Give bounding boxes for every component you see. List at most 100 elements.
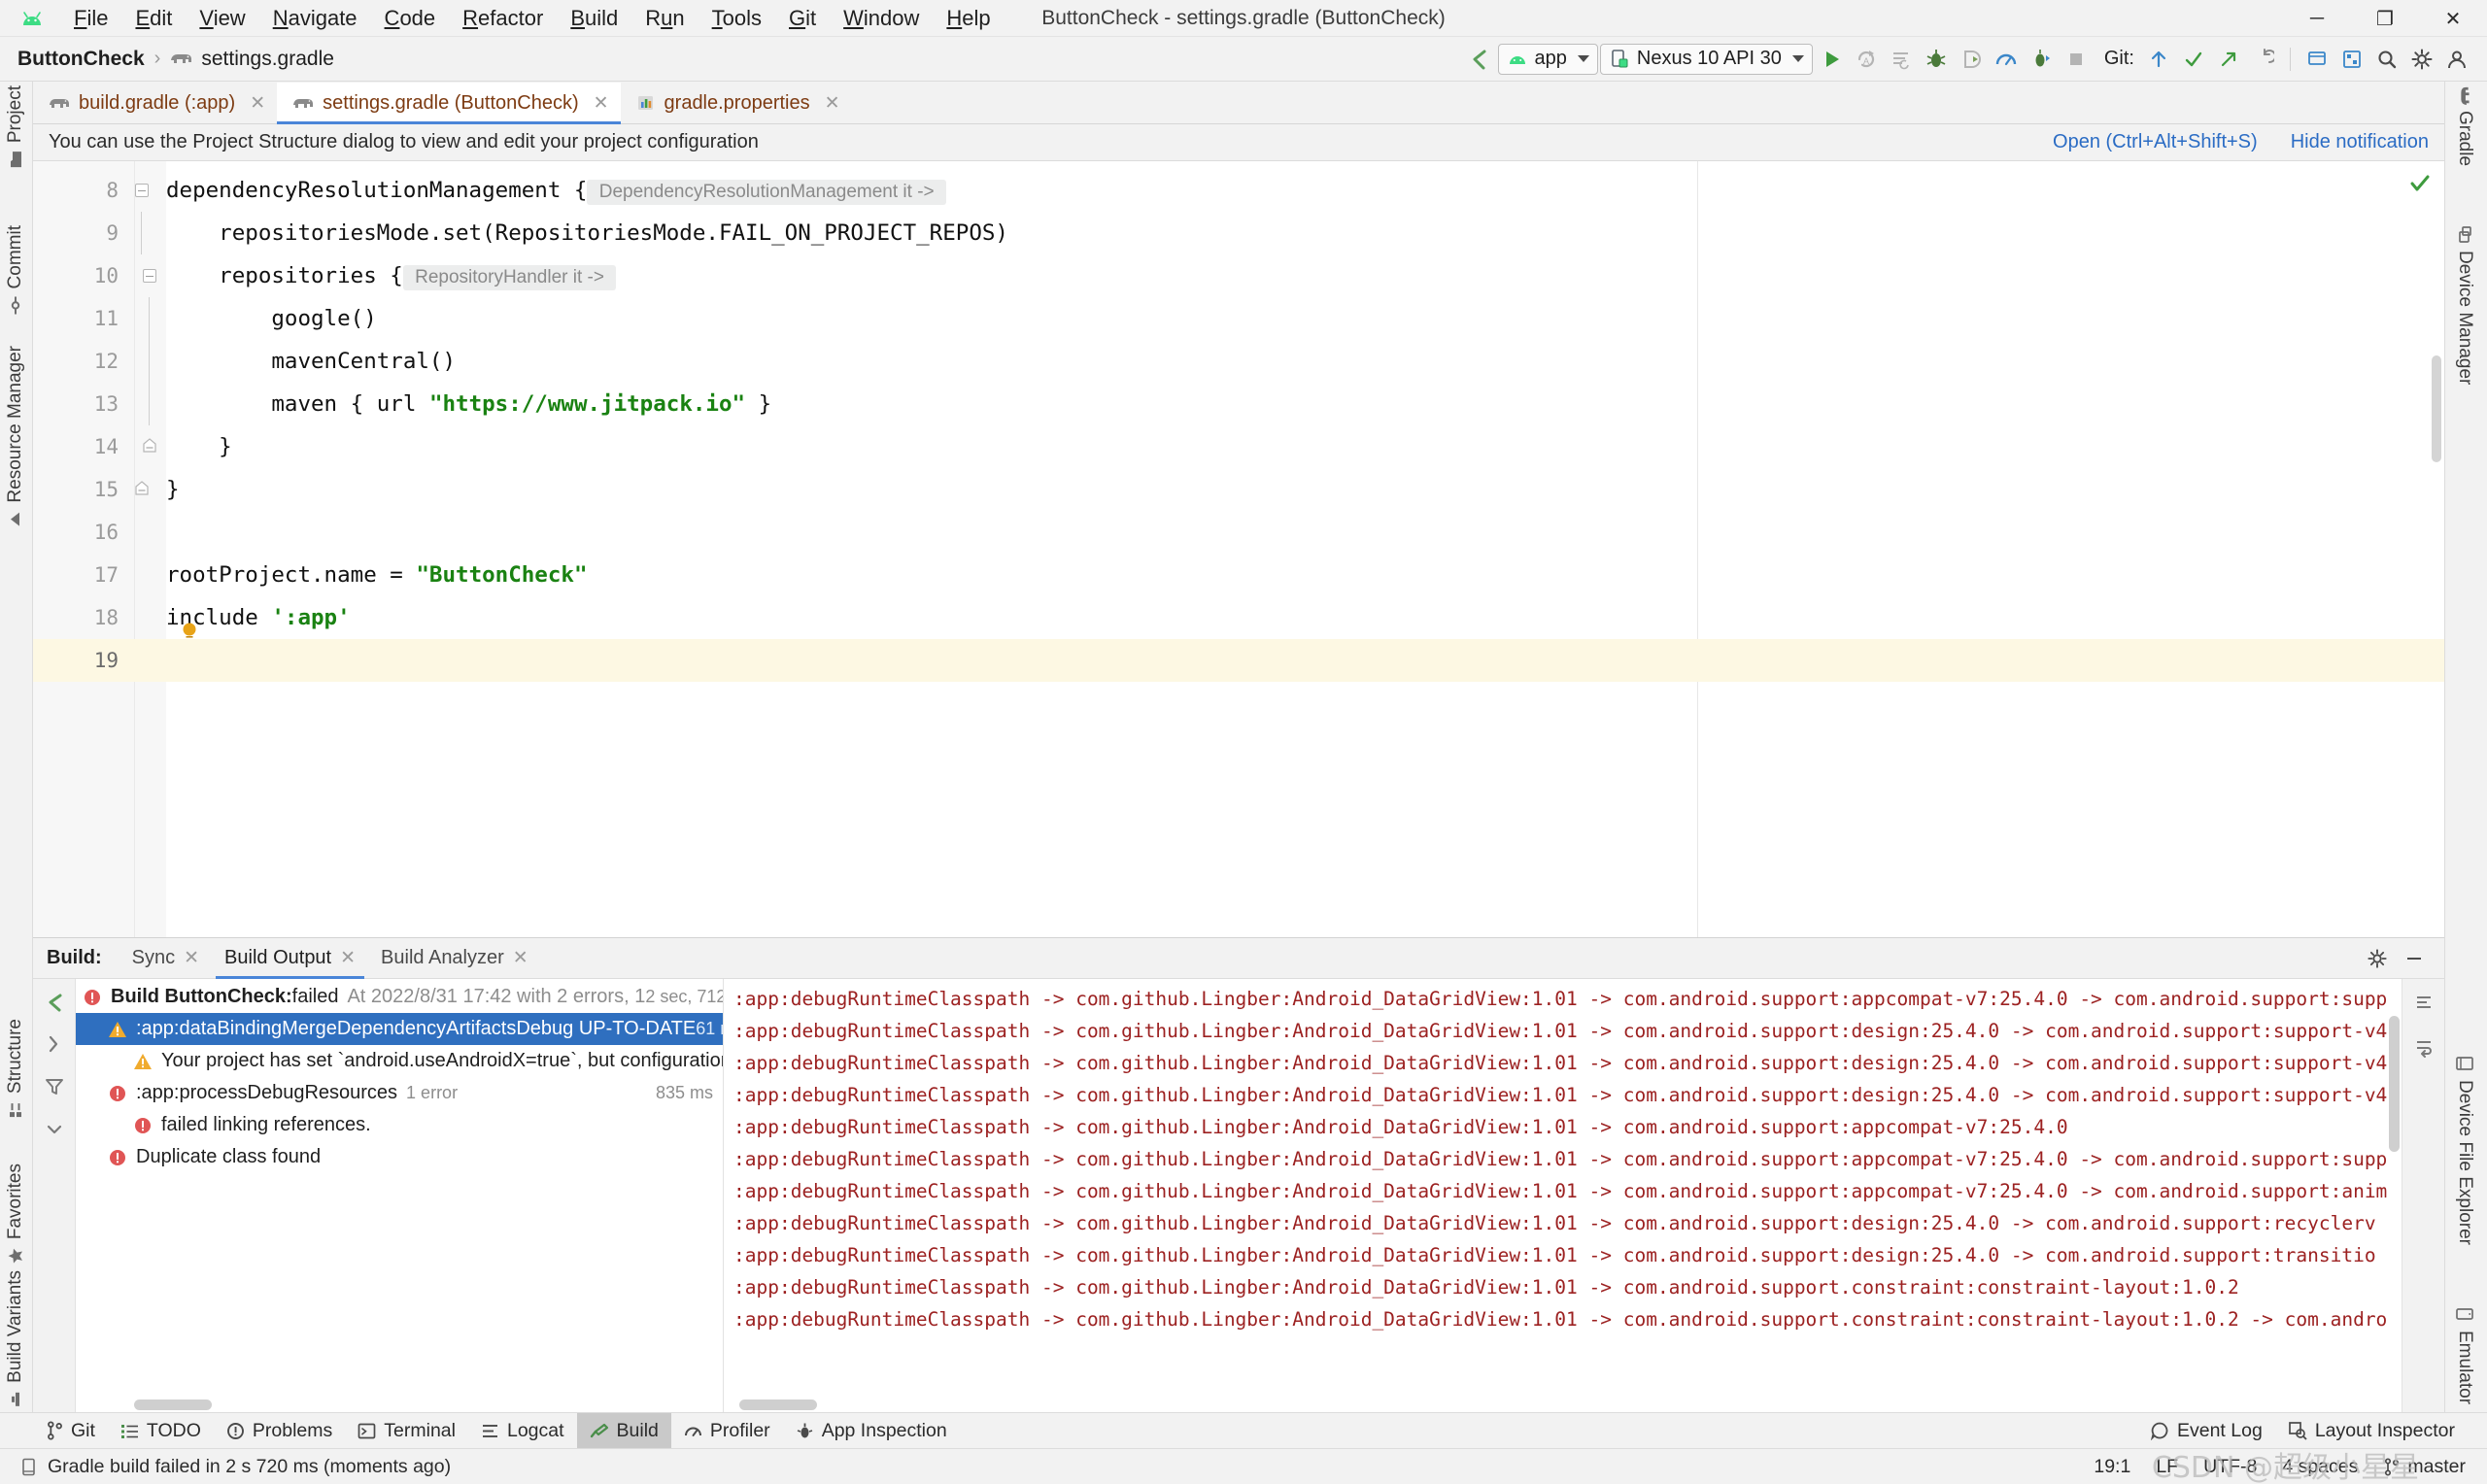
update-project-icon[interactable]: [2142, 43, 2175, 76]
expand-collapse-icon[interactable]: [40, 1115, 69, 1144]
tool-window-button-git[interactable]: Git: [33, 1413, 108, 1449]
breadcrumb-root[interactable]: ButtonCheck: [17, 48, 145, 71]
close-icon[interactable]: ✕: [594, 92, 609, 115]
editor-line[interactable]: 12 mavenCentral(): [33, 340, 2444, 383]
build-tree-node[interactable]: Duplicate class found: [76, 1141, 723, 1173]
tool-window-button-terminal[interactable]: Terminal: [345, 1413, 468, 1449]
editor-line[interactable]: 13 maven { url "https://www.jitpack.io" …: [33, 383, 2444, 425]
menu-item-code[interactable]: Code: [371, 0, 450, 37]
settings-gear-icon[interactable]: [2361, 942, 2394, 975]
editor-tab-0[interactable]: build.gradle (:app) ✕: [33, 83, 277, 123]
toggle-tasks-icon[interactable]: [40, 1029, 69, 1059]
menu-item-build[interactable]: Build: [557, 0, 631, 37]
close-icon[interactable]: ✕: [825, 92, 840, 115]
run-layout-inspector-icon[interactable]: [2025, 43, 2058, 76]
device-selector[interactable]: Nexus 10 API 30: [1599, 43, 1813, 75]
debug-icon[interactable]: [1920, 43, 1953, 76]
editor-tab-1[interactable]: settings.gradle (ButtonCheck) ✕: [277, 83, 621, 124]
tool-window-button-event-log[interactable]: Event Log: [2137, 1413, 2275, 1449]
sidebar-item-emulator[interactable]: Emulator: [2454, 1305, 2475, 1404]
commit-icon[interactable]: [2177, 43, 2210, 76]
menu-item-view[interactable]: View: [186, 0, 258, 37]
scroll-to-end-icon[interactable]: [2409, 989, 2438, 1018]
hide-notification-link[interactable]: Hide notification: [2291, 131, 2429, 153]
indent-setting[interactable]: 4 spaces: [2282, 1456, 2358, 1478]
avatar-icon[interactable]: [2440, 43, 2473, 76]
tool-window-button-app-inspection[interactable]: App Inspection: [783, 1413, 960, 1449]
tool-window-button-logcat[interactable]: Logcat: [468, 1413, 577, 1449]
tool-window-button-build[interactable]: Build: [576, 1412, 671, 1449]
build-tab-build-analyzer[interactable]: Build Analyzer ✕: [368, 938, 541, 979]
file-encoding[interactable]: UTF-8: [2203, 1456, 2257, 1478]
rollback-icon[interactable]: [2247, 43, 2280, 76]
layout-editor-icon[interactable]: [2335, 43, 2368, 76]
console-horizontal-scrollbar[interactable]: [739, 1400, 817, 1410]
minimize-icon[interactable]: [2398, 942, 2431, 975]
editor-line[interactable]: 8 dependencyResolutionManagement { Depend…: [33, 169, 2444, 212]
menu-item-git[interactable]: Git: [775, 0, 830, 37]
menu-item-run[interactable]: Run: [631, 0, 698, 37]
editor-line[interactable]: 18 include ':app': [33, 596, 2444, 641]
tool-window-button-layout-inspector[interactable]: Layout Inspector: [2275, 1413, 2468, 1449]
minimize-button[interactable]: ─: [2283, 0, 2351, 37]
build-tree-node[interactable]: :app:dataBindingMergeDependencyArtifacts…: [76, 1013, 723, 1045]
editor-line[interactable]: 19: [33, 639, 2444, 682]
sidebar-item-build-variants[interactable]: Build Variants: [5, 1270, 26, 1408]
sidebar-item-device-manager[interactable]: Device Manager: [2454, 225, 2475, 385]
open-project-structure-link[interactable]: Open (Ctrl+Alt+Shift+S): [2053, 131, 2258, 153]
sidebar-item-favorites[interactable]: Favorites: [5, 1164, 26, 1265]
filter-icon[interactable]: [40, 1072, 69, 1101]
editor-line[interactable]: 16: [33, 511, 2444, 554]
menu-item-help[interactable]: Help: [933, 0, 1004, 37]
menu-item-edit[interactable]: Edit: [121, 0, 186, 37]
menu-item-navigate[interactable]: Navigate: [259, 0, 371, 37]
editor-line[interactable]: 14 }: [33, 425, 2444, 468]
soft-wrap-icon[interactable]: [2409, 1033, 2438, 1062]
close-button[interactable]: ✕: [2419, 0, 2487, 37]
device-file-explorer-icon[interactable]: [2300, 43, 2334, 76]
push-icon[interactable]: [2212, 43, 2245, 76]
search-everywhere-icon[interactable]: [2370, 43, 2403, 76]
build-tree-node[interactable]: Build ButtonCheck: failed At 2022/8/31 17…: [76, 981, 723, 1013]
line-separator[interactable]: LF: [2156, 1456, 2178, 1478]
editor-line[interactable]: 15}: [33, 468, 2444, 511]
apply-changes-icon[interactable]: A: [1850, 43, 1883, 76]
close-icon[interactable]: ✕: [184, 947, 199, 969]
apply-code-changes-icon[interactable]: [1885, 43, 1918, 76]
git-branch-widget[interactable]: master: [2383, 1456, 2466, 1478]
editor-line[interactable]: 10 repositories { RepositoryHandler it -…: [33, 254, 2444, 297]
breadcrumb-file[interactable]: settings.gradle: [201, 48, 334, 71]
sidebar-item-structure[interactable]: Structure: [5, 1019, 26, 1119]
menu-item-file[interactable]: File: [60, 0, 121, 37]
build-tree-node[interactable]: Your project has set `android.useAndroid…: [76, 1045, 723, 1077]
build-tab-sync[interactable]: Sync ✕: [119, 938, 212, 979]
build-tree-node[interactable]: :app:processDebugResources 1 error 835 ms: [76, 1077, 723, 1109]
editor-line[interactable]: 17 rootProject.name = "ButtonCheck": [33, 554, 2444, 596]
build-output-tree[interactable]: Build ButtonCheck: failed At 2022/8/31 17…: [76, 979, 723, 1412]
tree-horizontal-scrollbar[interactable]: [134, 1400, 212, 1410]
close-icon[interactable]: ✕: [513, 947, 528, 969]
rerun-icon[interactable]: [40, 987, 69, 1016]
sidebar-item-resource-manager[interactable]: Resource Manager: [5, 346, 26, 528]
tool-window-button-problems[interactable]: Problems: [214, 1413, 345, 1449]
run-icon[interactable]: [1815, 43, 1848, 76]
profiler-icon[interactable]: [1990, 43, 2023, 76]
editor-line[interactable]: 9 repositoriesMode.set(RepositoriesMode.…: [33, 212, 2444, 254]
tool-window-button-profiler[interactable]: Profiler: [671, 1413, 783, 1449]
build-console[interactable]: :app:debugRuntimeClasspath -> com.github…: [723, 979, 2402, 1412]
tool-window-button-todo[interactable]: TODO: [108, 1413, 214, 1449]
code-editor[interactable]: 8 dependencyResolutionManagement { Depend…: [33, 161, 2444, 937]
attach-debugger-icon[interactable]: [1955, 43, 1988, 76]
sidebar-item-gradle[interactable]: Gradle: [2454, 86, 2475, 166]
build-tree-node[interactable]: failed linking references.: [76, 1109, 723, 1141]
settings-gear-icon[interactable]: [2405, 43, 2438, 76]
editor-tab-2[interactable]: gradle.properties ✕: [621, 83, 852, 123]
editor-line[interactable]: 11 google(): [33, 297, 2444, 340]
module-selector[interactable]: app: [1497, 43, 1598, 75]
sidebar-item-commit[interactable]: Commit: [5, 225, 26, 315]
menu-item-window[interactable]: Window: [830, 0, 933, 37]
menu-item-tools[interactable]: Tools: [698, 0, 775, 37]
caret-position[interactable]: 19:1: [2094, 1456, 2130, 1478]
build-tab-build-output[interactable]: Build Output ✕: [212, 938, 368, 979]
close-icon[interactable]: ✕: [250, 92, 265, 115]
